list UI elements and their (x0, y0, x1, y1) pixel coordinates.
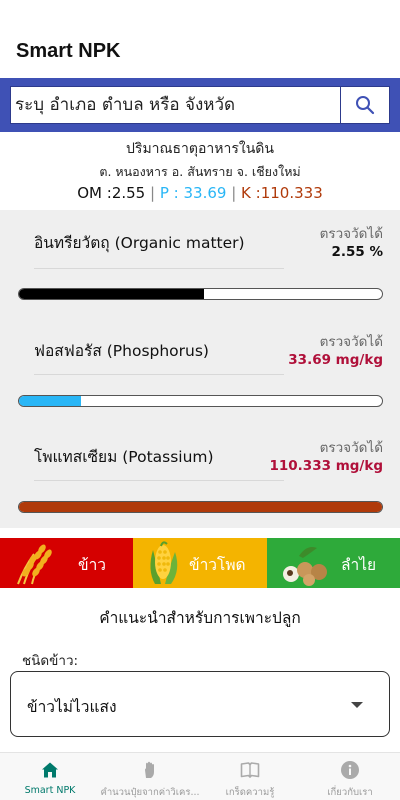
separator: | (231, 184, 237, 202)
measured-label: ตรวจวัดได้ (319, 334, 383, 350)
nav-label: คำนวนปุ๋ยจากค่าวิเคร... (100, 787, 200, 798)
nutrient-value: 2.55 % (331, 244, 383, 260)
nutrient-panel: อินทรียวัตถุ (Organic matter) ตรวจวัดได้… (0, 210, 400, 528)
dropdown-arrow-icon (351, 702, 363, 708)
nutrient-name: โพแทสเซียม (Potassium) (34, 448, 214, 466)
rice-type-select[interactable]: ข้าวไม่ไวแสง (10, 671, 390, 737)
app-bar: Smart NPK (0, 0, 400, 78)
corn-icon (150, 541, 178, 584)
nutrient-level-fill (19, 289, 205, 299)
summary-location: ต. หนองหาร อ. สันทราย จ. เชียงใหม่ (99, 164, 301, 179)
crop-tabs: ข้าว ข้าวโพด ลำไย (0, 538, 400, 588)
app-title: Smart NPK (16, 40, 121, 62)
rice-type-value: ข้าวไม่ไวแสง (27, 698, 117, 716)
nutrient-level-bar (18, 288, 383, 300)
divider (34, 480, 284, 481)
divider (34, 374, 284, 375)
search-bar (0, 78, 400, 132)
nav-item-about[interactable]: เกี่ยวกับเรา (300, 753, 400, 800)
search-button[interactable] (340, 87, 389, 123)
nutrient-name: ฟอสฟอรัส (Phosphorus) (34, 342, 209, 360)
k-summary: K :110.333 (241, 184, 323, 202)
nutrient-value: 33.69 mg/kg (288, 352, 383, 368)
tab-label: ข้าวโพด (189, 556, 246, 574)
search-box (10, 86, 390, 124)
measured-label: ตรวจวัดได้ (319, 226, 383, 242)
nutrient-level-bar (18, 395, 383, 407)
nutrient-level-fill (19, 502, 382, 512)
nav-item-fertilizer-calc[interactable]: คำนวนปุ๋ยจากค่าวิเคร... (100, 753, 200, 800)
rice-icon (17, 544, 52, 585)
tab-label: ลำไย (341, 556, 377, 574)
home-icon (42, 762, 58, 778)
p-summary: P : 33.69 (159, 184, 227, 202)
tab-corn[interactable]: ข้าวโพด (133, 538, 267, 588)
nutrient-level-bar (18, 501, 383, 513)
nav-label: เกร็ดความรู้ (225, 787, 275, 798)
nav-item-smart-npk[interactable]: Smart NPK (0, 753, 100, 800)
rice-type-label: ชนิดข้าว: (22, 653, 79, 669)
info-icon (341, 761, 359, 779)
bottom-nav: Smart NPK คำนวนปุ๋ยจากค่าวิเคร... เกร็ดค… (0, 752, 400, 800)
soil-summary: ปริมาณธาตุอาหารในดิน ต. หนองหาร อ. สันทร… (0, 134, 400, 210)
search-icon (356, 96, 375, 115)
recommendation-title: คำแนะนำสำหรับการเพาะปลูก (99, 609, 301, 627)
nutrient-level-fill (19, 396, 81, 406)
search-input[interactable] (11, 87, 341, 123)
separator: | (150, 184, 156, 202)
longan-icon (283, 547, 327, 586)
nav-label: เกี่ยวกับเรา (327, 787, 373, 798)
om-summary: OM :2.55 (77, 184, 146, 202)
nutrient-value: 110.333 mg/kg (269, 458, 384, 474)
nav-label: Smart NPK (24, 785, 76, 796)
hand-icon (145, 761, 154, 778)
summary-values: OM :2.55 | P : 33.69 | K :110.333 (0, 184, 400, 202)
tab-label: ข้าว (78, 556, 107, 574)
divider (34, 268, 284, 269)
nutrient-name: อินทรียวัตถุ (Organic matter) (34, 234, 245, 252)
nav-item-knowledge[interactable]: เกร็ดความรู้ (200, 753, 300, 800)
book-icon (240, 762, 260, 778)
tab-rice[interactable]: ข้าว (0, 538, 133, 588)
summary-title: ปริมาณธาตุอาหารในดิน (126, 141, 274, 157)
measured-label: ตรวจวัดได้ (319, 440, 383, 456)
tab-longan[interactable]: ลำไย (267, 538, 400, 588)
